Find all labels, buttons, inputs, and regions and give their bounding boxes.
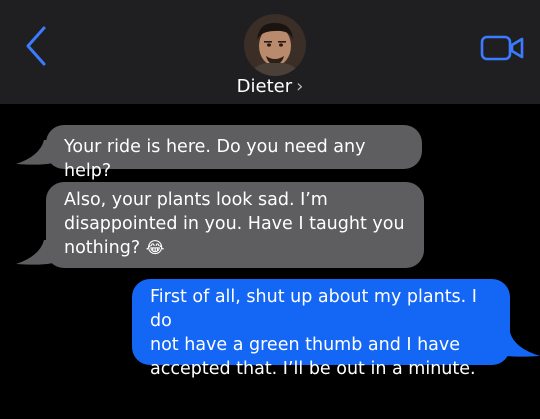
message-text-line: not have a green thumb and I have: [150, 335, 461, 355]
contact-name-button[interactable]: Dieter ›: [0, 74, 540, 100]
chevron-right-icon: ›: [296, 76, 304, 97]
video-call-button[interactable]: [478, 30, 528, 66]
message-text-line: nothing?: [64, 238, 141, 258]
message-text: Your ride is here. Do you need any help?: [64, 137, 366, 181]
message-bubble-incoming[interactable]: Also, your plants look sad. I’m disappoi…: [46, 182, 424, 268]
contact-avatar[interactable]: [244, 14, 306, 76]
chat-header: Dieter ›: [0, 0, 540, 104]
message-bubble-incoming[interactable]: Your ride is here. Do you need any help?: [46, 125, 422, 181]
laughing-emoji-icon: 😂: [145, 238, 165, 257]
message-bubble-outgoing[interactable]: First of all, shut up about my plants. I…: [132, 279, 510, 379]
message-text-line: Also, your plants look sad. I’m: [64, 190, 328, 210]
video-camera-icon: [480, 35, 524, 61]
contact-name: Dieter: [236, 76, 293, 97]
message-text-line: accepted that. I’ll be out in a minute.: [150, 359, 476, 379]
message-text-line: disappointed in you. Have I taught you: [64, 214, 405, 234]
chevron-left-icon: [26, 26, 46, 66]
message-text-line: First of all, shut up about my plants. I…: [150, 287, 477, 331]
back-button[interactable]: [18, 24, 52, 68]
